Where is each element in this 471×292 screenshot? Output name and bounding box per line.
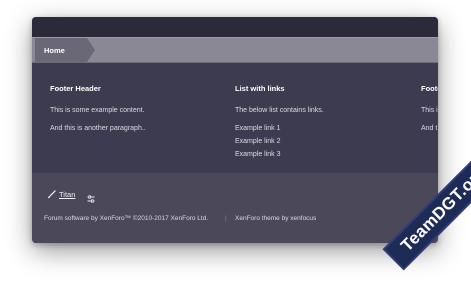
- sliders-icon[interactable]: [87, 190, 95, 208]
- browser-window: Home Footer Header This is some example …: [32, 17, 438, 243]
- footer-paragraph: This i: [421, 107, 438, 114]
- footer-paragraph: And t: [421, 125, 438, 132]
- paintbrush-icon: [47, 190, 56, 199]
- footer-columns: Footer Header This is some example conte…: [32, 63, 438, 173]
- top-band: [32, 17, 438, 37]
- example-link-1[interactable]: Example link 1: [235, 125, 281, 132]
- example-link-2[interactable]: Example link 2: [235, 138, 281, 145]
- example-link-3[interactable]: Example link 3: [235, 151, 281, 158]
- breadcrumb-arrow: [87, 38, 95, 62]
- footer-bottom-bar: Titan Forum software by XenForo™ ©2010-2…: [32, 173, 438, 243]
- style-chooser-label: Titan: [59, 190, 76, 199]
- footer-paragraph: The below list contains links.: [235, 107, 324, 114]
- footer-column-header: Foote: [421, 84, 438, 93]
- footer-paragraph: And this is another paragraph..: [50, 125, 146, 132]
- breadcrumb-home-link[interactable]: Home: [35, 38, 87, 62]
- theme-credit-text: XenForo theme by xenfocus: [235, 215, 317, 222]
- breadcrumb: Home: [32, 37, 438, 63]
- footer-column-header: List with links: [235, 84, 285, 93]
- footer-separator: |: [225, 215, 227, 222]
- copyright-text: Forum software by XenForo™ ©2010-2017 Xe…: [44, 215, 209, 222]
- footer-column-header: Footer Header: [50, 84, 101, 93]
- style-chooser-link[interactable]: Titan: [47, 190, 75, 199]
- footer-paragraph: This is some example content.: [50, 107, 145, 114]
